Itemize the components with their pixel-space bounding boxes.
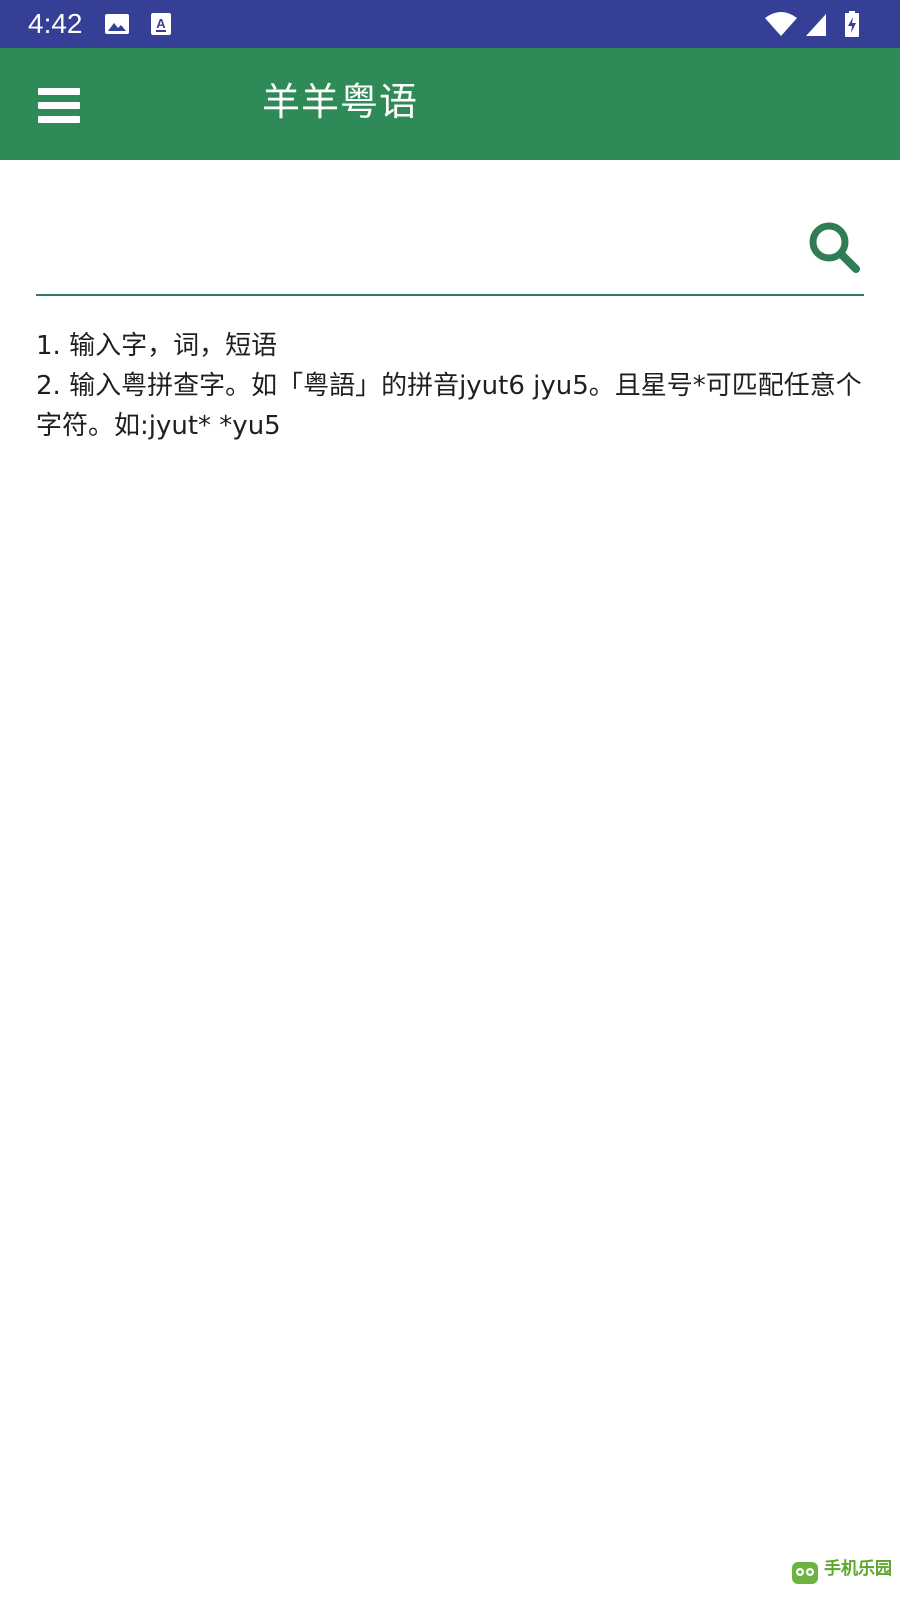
watermark: 手机乐园 (790, 1558, 892, 1588)
status-time: 4:42 (28, 8, 83, 39)
app-title: 羊羊粤语 (262, 80, 419, 124)
cell-signal-icon (806, 14, 826, 36)
watermark-logo-icon (792, 1562, 818, 1584)
status-bar: 4:42 A (0, 0, 900, 48)
wifi-icon (765, 12, 797, 36)
search-icon[interactable] (804, 218, 864, 278)
watermark-text: 手机乐园 (824, 1559, 892, 1579)
search-bar (36, 200, 864, 296)
battery-charging-icon (845, 11, 859, 37)
hamburger-menu-icon[interactable] (22, 70, 94, 138)
app-bar: 羊羊粤语 (0, 48, 900, 160)
help-line-2: 2. 输入粤拼查字。如「粤語」的拼音jyut6 jyu5。且星号*可匹配任意个字… (36, 371, 862, 441)
svg-text:A: A (156, 16, 166, 31)
help-text: 1. 输入字，词，短语 2. 输入粤拼查字。如「粤語」的拼音jyut6 jyu5… (36, 326, 866, 446)
search-input[interactable] (36, 220, 780, 278)
image-icon (105, 14, 129, 34)
help-line-1: 1. 输入字，词，短语 (36, 331, 278, 361)
accessibility-a-icon: A (151, 13, 171, 35)
